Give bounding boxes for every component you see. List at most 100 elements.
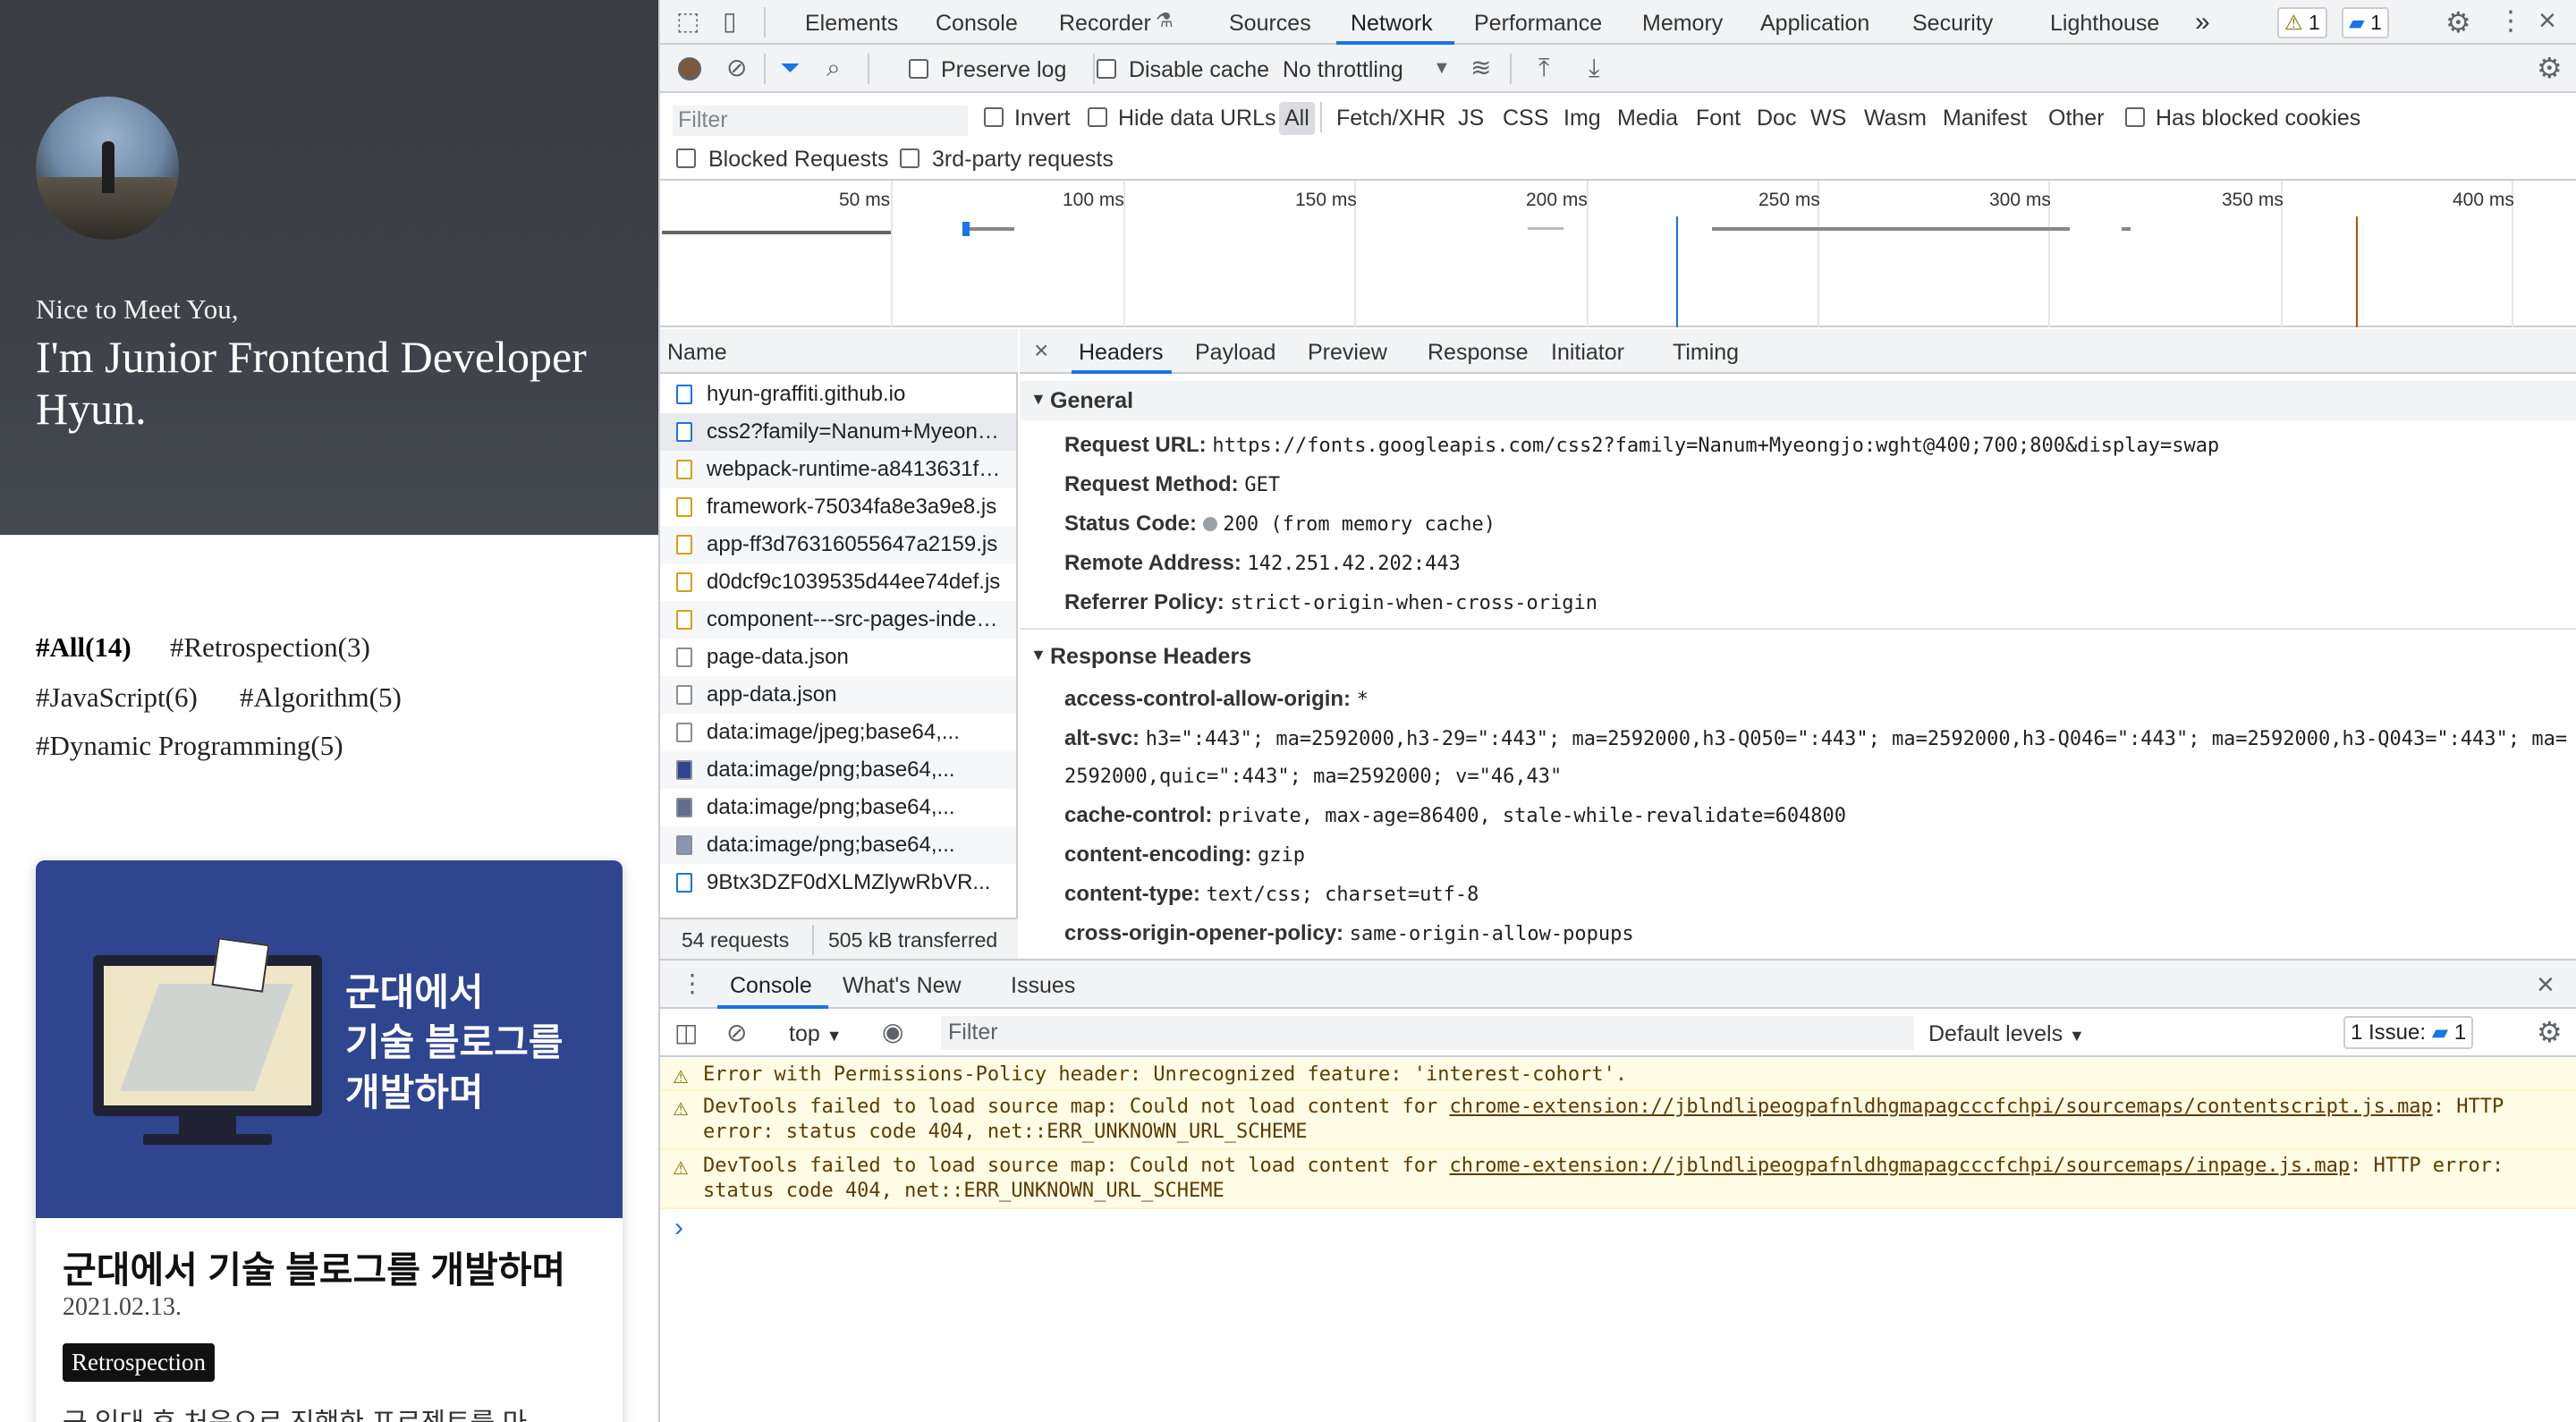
- tab-elements[interactable]: Elements: [805, 11, 898, 37]
- filter-icon[interactable]: ⏷: [780, 55, 800, 80]
- tab-security[interactable]: Security: [1912, 11, 1993, 37]
- inspect-element-icon[interactable]: ⬚: [676, 9, 699, 34]
- export-har-icon[interactable]: ⤓: [1589, 55, 1599, 80]
- third-party-checkbox[interactable]: [900, 148, 919, 168]
- source-map-link[interactable]: chrome-extension://jblndlipeogpafnldhgma…: [1449, 1096, 2432, 1118]
- type-filter-fetch-xhr[interactable]: Fetch/XHR: [1336, 106, 1445, 131]
- drawer-tab-whats-new[interactable]: What's New: [843, 973, 962, 999]
- type-filter-other[interactable]: Other: [2048, 106, 2105, 131]
- close-drawer-icon[interactable]: ×: [2537, 969, 2555, 1000]
- tab-network[interactable]: Network: [1351, 11, 1433, 37]
- close-details-icon[interactable]: ×: [1034, 338, 1048, 363]
- network-settings-icon[interactable]: ⚙: [2537, 54, 2563, 82]
- tag-dynamic-programming[interactable]: #Dynamic Programming(5): [36, 730, 343, 762]
- network-timeline-overview[interactable]: 50 ms 100 ms 150 ms 200 ms 250 ms 300 ms…: [660, 181, 2576, 327]
- request-row[interactable]: data:image/png;base64,...: [660, 751, 1016, 789]
- header-alt-svc-continued: 2592000,quic=":443"; ma=2592000; v="46,4…: [1064, 766, 1563, 788]
- post-card[interactable]: 군대에서 기술 블로그를 개발하며 군대에서 기술 블로그를 개발하며 2021…: [36, 860, 623, 1422]
- more-options-icon[interactable]: ⋮: [2497, 8, 2524, 35]
- tab-headers[interactable]: Headers: [1079, 340, 1164, 366]
- request-row[interactable]: hyun-graffiti.github.io: [660, 376, 1016, 413]
- live-expression-eye-icon[interactable]: ◉: [882, 1020, 903, 1045]
- post-title[interactable]: 군대에서 기술 블로그를 개발하며: [63, 1240, 565, 1293]
- tab-preview[interactable]: Preview: [1308, 340, 1387, 366]
- tab-recorder[interactable]: Recorder: [1059, 11, 1151, 37]
- request-row[interactable]: framework-75034fa8e3a9e8.js: [660, 488, 1016, 526]
- record-icon[interactable]: [678, 57, 701, 80]
- type-filter-all[interactable]: All: [1279, 102, 1315, 135]
- import-har-icon[interactable]: ⤒: [1538, 55, 1549, 80]
- throttling-select[interactable]: No throttling: [1283, 57, 1403, 83]
- drawer-tab-issues[interactable]: Issues: [1011, 973, 1075, 999]
- log-levels-select[interactable]: Default levels ▼: [1928, 1021, 2085, 1047]
- invert-checkbox[interactable]: [984, 107, 1004, 127]
- warnings-badge[interactable]: ⚠ 1: [2277, 7, 2327, 38]
- type-filter-font[interactable]: Font: [1696, 106, 1741, 131]
- settings-gear-icon[interactable]: ⚙: [2445, 8, 2471, 37]
- tab-console[interactable]: Console: [936, 11, 1018, 37]
- clear-console-icon[interactable]: ⊘: [726, 1020, 747, 1045]
- console-filter-input[interactable]: Filter: [941, 1016, 1914, 1050]
- tab-initiator[interactable]: Initiator: [1551, 340, 1624, 366]
- source-map-link[interactable]: chrome-extension://jblndlipeogpafnldhgma…: [1449, 1155, 2350, 1177]
- name-column-header[interactable]: Name: [660, 329, 1018, 374]
- network-filter-input[interactable]: Filter: [673, 106, 968, 136]
- tab-performance[interactable]: Performance: [1474, 11, 1602, 37]
- show-sidebar-icon[interactable]: ◫: [674, 1020, 698, 1045]
- type-filter-ws[interactable]: WS: [1810, 106, 1846, 131]
- tab-payload[interactable]: Payload: [1195, 340, 1275, 366]
- request-row[interactable]: webpack-runtime-a8413631fb4a.js: [660, 451, 1016, 488]
- context-select[interactable]: top ▼: [789, 1021, 843, 1047]
- device-toolbar-icon[interactable]: ▯: [723, 9, 736, 34]
- drawer-menu-icon[interactable]: ⋮: [680, 971, 705, 996]
- type-filter-media[interactable]: Media: [1617, 106, 1678, 131]
- console-settings-icon[interactable]: ⚙: [2537, 1018, 2563, 1046]
- type-filter-manifest[interactable]: Manifest: [1943, 106, 2027, 131]
- type-filter-doc[interactable]: Doc: [1757, 106, 1796, 131]
- request-row[interactable]: page-data.json: [660, 639, 1016, 676]
- hide-data-urls-checkbox[interactable]: [1088, 107, 1107, 127]
- drawer-tab-console[interactable]: Console: [730, 973, 812, 999]
- post-category-badge[interactable]: Retrospection: [63, 1343, 215, 1382]
- preserve-log-checkbox[interactable]: [909, 59, 928, 79]
- tag-javascript[interactable]: #JavaScript(6): [36, 681, 198, 714]
- request-row[interactable]: data:image/png;base64,...: [660, 789, 1016, 826]
- tag-retrospection[interactable]: #Retrospection(3): [170, 631, 370, 664]
- tab-memory[interactable]: Memory: [1642, 11, 1723, 37]
- request-row[interactable]: component---src-pages-index-js.js: [660, 601, 1016, 639]
- tag-algorithm[interactable]: #Algorithm(5): [240, 681, 402, 714]
- disable-cache-checkbox[interactable]: [1097, 59, 1116, 79]
- blocked-requests-checkbox[interactable]: [676, 148, 696, 168]
- close-devtools-icon[interactable]: ×: [2538, 5, 2556, 36]
- warning-icon: ⚠: [673, 1159, 689, 1179]
- general-section-header[interactable]: ▼ General: [1020, 381, 2576, 420]
- request-row[interactable]: data:image/png;base64,...: [660, 826, 1016, 864]
- type-filter-wasm[interactable]: Wasm: [1864, 106, 1927, 131]
- tab-response[interactable]: Response: [1428, 340, 1529, 366]
- request-row[interactable]: app-data.json: [660, 676, 1016, 714]
- request-row[interactable]: 9Btx3DZF0dXLMZlywRbVR...: [660, 864, 1016, 901]
- response-headers-section-header[interactable]: ▼ Response Headers: [1020, 637, 2576, 676]
- request-row[interactable]: d0dcf9c1039535d44ee74def.js: [660, 563, 1016, 601]
- image-icon: [676, 835, 692, 855]
- tab-sources[interactable]: Sources: [1229, 11, 1311, 37]
- more-tabs-button[interactable]: »: [2195, 7, 2210, 38]
- type-filter-css[interactable]: CSS: [1503, 106, 1548, 131]
- tab-lighthouse[interactable]: Lighthouse: [2050, 11, 2159, 37]
- request-row[interactable]: app-ff3d76316055647a2159.js: [660, 526, 1016, 563]
- request-row[interactable]: css2?family=Nanum+Myeongjo:wght@400;700;…: [660, 413, 1016, 451]
- issues-badge[interactable]: ▰ 1: [2342, 7, 2389, 38]
- request-row[interactable]: data:image/jpeg;base64,...: [660, 714, 1016, 751]
- network-conditions-icon[interactable]: ≋: [1470, 55, 1491, 80]
- tag-all[interactable]: #All(14): [36, 631, 131, 664]
- clear-icon[interactable]: ⊘: [726, 55, 747, 80]
- tab-application[interactable]: Application: [1760, 11, 1869, 37]
- search-icon[interactable]: ⌕: [826, 55, 841, 80]
- post-thumbnail: 군대에서 기술 블로그를 개발하며: [36, 860, 623, 1218]
- console-issues-badge[interactable]: 1 Issue: ▰ 1: [2343, 1016, 2474, 1049]
- type-filter-img[interactable]: Img: [1563, 106, 1601, 131]
- console-prompt[interactable]: ›: [660, 1211, 2576, 1250]
- type-filter-js[interactable]: JS: [1458, 106, 1484, 131]
- has-blocked-cookies-checkbox[interactable]: [2125, 107, 2145, 127]
- tab-timing[interactable]: Timing: [1673, 340, 1739, 366]
